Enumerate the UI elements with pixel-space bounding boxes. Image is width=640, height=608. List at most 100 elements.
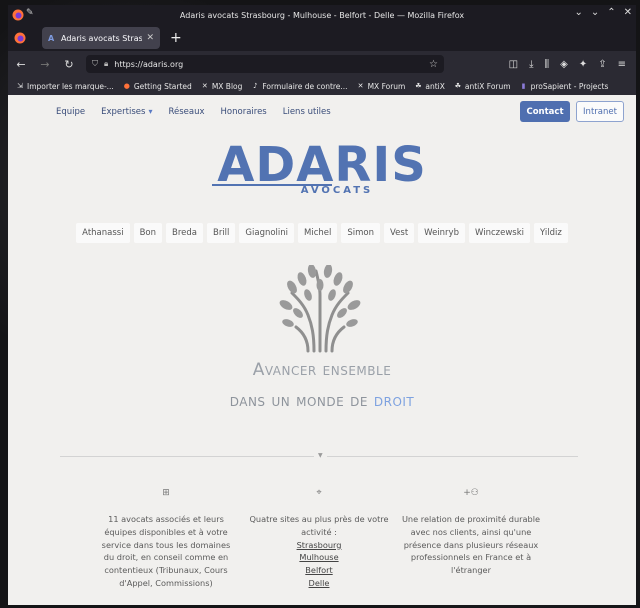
tagline-text: Avancer ensemble <box>252 360 392 380</box>
pocket-icon[interactable]: ◫ <box>509 59 518 70</box>
partner-link[interactable]: Winczewski <box>468 223 530 243</box>
pin-icon[interactable]: ✎ <box>26 8 34 18</box>
bookmark-item[interactable]: ☘ antiX Forum <box>454 82 511 91</box>
site-link-delle[interactable]: Delle <box>249 577 389 590</box>
maximize-icon[interactable]: ⌃ <box>607 7 615 18</box>
tab-label: Adaris avocats Strasbourg <box>61 33 143 43</box>
partner-link[interactable]: Vest <box>384 223 415 243</box>
window-title: Adaris avocats Strasbourg - Mulhouse - B… <box>179 10 465 20</box>
antix-icon: ☘ <box>454 82 462 90</box>
feature-text: Quatre sites au plus près de votre activ… <box>249 514 389 537</box>
mx-icon: ✕ <box>201 82 208 90</box>
import-icon: ⇲ <box>17 82 23 90</box>
new-tab-icon[interactable]: + <box>170 30 182 46</box>
bookmark-label: Formulaire de contre... <box>262 81 348 91</box>
tiktok-icon: ♪ <box>253 82 258 90</box>
tagline-accent: droit <box>373 391 415 411</box>
site-link-strasbourg[interactable]: Strasbourg <box>249 539 389 552</box>
url-text[interactable]: https://adaris.org <box>114 60 423 69</box>
title-bar: ✎ Adaris avocats Strasbourg - Mulhouse -… <box>8 5 636 25</box>
partner-link[interactable]: Giagnolini <box>239 223 295 243</box>
bookmark-item[interactable]: ✕ MX Forum <box>357 82 406 91</box>
partner-link[interactable]: Simon <box>341 223 381 243</box>
tagline-line2: dans un monde de droit <box>8 391 636 411</box>
tab-adaris[interactable]: A Adaris avocats Strasbourg ✕ <box>42 27 160 49</box>
menu-icon[interactable]: ≡ <box>618 59 626 70</box>
browser-window: ✎ Adaris avocats Strasbourg - Mulhouse -… <box>8 5 636 605</box>
reload-icon[interactable]: ↻ <box>62 58 76 71</box>
forward-icon[interactable]: → <box>38 58 52 71</box>
partner-link[interactable]: Breda <box>166 223 203 243</box>
nav-reseaux[interactable]: Réseaux <box>168 107 204 117</box>
nav-liens-utiles[interactable]: Liens utiles <box>283 107 331 117</box>
tab-close-icon[interactable]: ✕ <box>146 33 154 43</box>
extension-icon[interactable]: ◈ <box>560 59 568 70</box>
partner-link[interactable]: Bon <box>133 223 162 243</box>
bookmark-star-icon[interactable]: ☆ <box>429 59 438 70</box>
tab-favicon: A <box>48 33 55 43</box>
contact-button[interactable]: Contact <box>520 101 570 122</box>
partner-link[interactable]: Michel <box>298 223 338 243</box>
lock-icon[interactable]: 🔒︎ <box>104 59 108 69</box>
nav-honoraires[interactable]: Honoraires <box>221 107 267 117</box>
tagline-prefix: dans un monde de <box>229 391 368 411</box>
bookmark-item[interactable]: ☘ antiX <box>414 82 445 91</box>
chevron-down-icon[interactable]: ⌄ <box>574 7 582 18</box>
extensions-puzzle-icon[interactable]: ✦ <box>579 59 587 70</box>
minimize-icon[interactable]: ⌄ <box>591 7 599 18</box>
site-link-belfort[interactable]: Belfort <box>249 564 389 577</box>
location-pin-icon: ⌖ <box>316 488 322 498</box>
bookmark-label: Importer les marque-... <box>27 81 114 91</box>
bookmarks-bar: ⇲ Importer les marque-... ● Getting Star… <box>8 77 636 95</box>
nav-equipe[interactable]: Equipe <box>56 107 85 117</box>
firefox-view-icon[interactable] <box>14 32 26 44</box>
chevron-down-icon: ▾ <box>148 107 153 116</box>
add-people-icon: +⚇ <box>463 488 479 498</box>
adaris-logo[interactable]: ADARIS AVOCATS <box>8 141 636 196</box>
org-chart-icon: ⊞ <box>162 488 170 498</box>
share-icon[interactable]: ⇪ <box>598 59 606 70</box>
nav-bar: ← → ↻ ⛉ 🔒︎ https://adaris.org ☆ ◫ ⤓ ⫼ ◈ … <box>8 51 636 77</box>
bookmark-label: proSapient - Projects <box>530 81 609 91</box>
firefox-icon <box>12 9 24 21</box>
window-controls: ⌄ ⌄ ⌃ ✕ <box>574 7 632 18</box>
feature-text: 11 avocats associés et leurs équipes dis… <box>101 514 231 588</box>
web-page: Equipe Expertises ▾ Réseaux Honoraires Li… <box>8 95 636 605</box>
library-icon[interactable]: ⫼ <box>545 59 550 70</box>
site-link-mulhouse[interactable]: Mulhouse <box>249 551 389 564</box>
prosapient-icon: ▮ <box>521 82 526 90</box>
bookmark-label: MX Forum <box>367 81 406 91</box>
logo-subtitle: AVOCATS <box>300 185 374 196</box>
bookmark-label: antiX <box>425 81 445 91</box>
download-icon[interactable]: ⤓ <box>529 59 533 70</box>
antix-icon: ☘ <box>415 82 422 90</box>
firefox-icon: ● <box>123 82 130 90</box>
partner-link[interactable]: Brill <box>206 223 236 243</box>
logo-underline <box>212 184 332 186</box>
feature-sites: ⌖ Quatre sites au plus près de votre act… <box>249 487 389 590</box>
bookmark-item[interactable]: ⇲ Importer les marque-... <box>16 82 114 91</box>
nav-expertises-label: Expertises <box>101 107 146 117</box>
partner-list: Athanassi Bon Breda Brill Giagnolini Mic… <box>8 223 636 243</box>
shield-icon[interactable]: ⛉ <box>92 59 98 69</box>
close-icon[interactable]: ✕ <box>624 7 632 18</box>
feature-text: Une relation de proximité durable avec n… <box>401 514 541 576</box>
bookmark-item[interactable]: ♪ Formulaire de contre... <box>251 82 347 91</box>
toolbar-icons: ◫ ⤓ ⫼ ◈ ✦ ⇪ ≡ <box>509 59 626 70</box>
bookmark-item[interactable]: ✕ MX Blog <box>201 82 243 91</box>
bookmark-item[interactable]: ▮ proSapient - Projects <box>520 82 609 91</box>
chevron-down-icon: ▼ <box>314 452 327 459</box>
partner-link[interactable]: Athanassi <box>76 223 130 243</box>
tab-bar: A Adaris avocats Strasbourg ✕ + <box>8 25 636 51</box>
bookmark-item[interactable]: ● Getting Started <box>123 82 192 91</box>
bookmark-label: Getting Started <box>133 81 192 91</box>
bookmark-label: antiX Forum <box>464 81 511 91</box>
url-bar[interactable]: ⛉ 🔒︎ https://adaris.org ☆ <box>86 55 444 73</box>
partner-link[interactable]: Weinryb <box>418 223 465 243</box>
intranet-button[interactable]: Intranet <box>576 101 624 122</box>
nav-expertises[interactable]: Expertises ▾ <box>101 107 152 117</box>
feature-lawyers: ⊞ 11 avocats associés et leurs équipes d… <box>96 487 236 590</box>
partner-link[interactable]: Yildiz <box>533 223 568 243</box>
tagline-line1: Avancer ensemble <box>8 360 636 380</box>
back-icon[interactable]: ← <box>14 58 28 71</box>
